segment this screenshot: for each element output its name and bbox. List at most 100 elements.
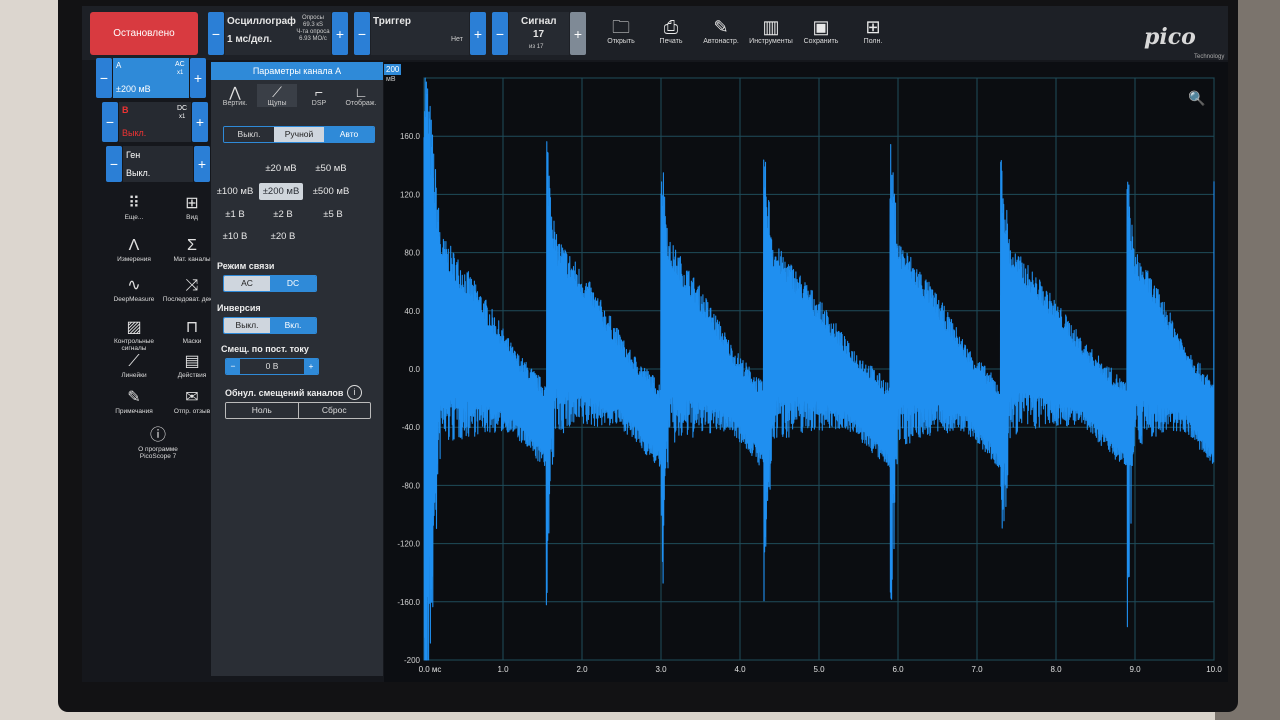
range-1v[interactable]: ±1 В — [213, 209, 257, 220]
tab-display[interactable]: ∟ Отображ. — [341, 84, 381, 107]
generator-minus-button[interactable]: − — [106, 146, 122, 182]
channel-a-minus-button[interactable]: − — [96, 58, 112, 98]
autosetup-button[interactable]: ✎ Автонастр. — [696, 16, 746, 45]
y-tick-label: 40.0 — [404, 307, 420, 316]
generator-plus-button[interactable]: + — [194, 146, 210, 182]
deepmeasure-icon: ∿ — [127, 277, 141, 294]
range-100mv[interactable]: ±100 мВ — [213, 186, 257, 197]
print-button[interactable]: ⎙ Печать — [646, 16, 696, 45]
channel-a-card[interactable]: A AC x1 ±200 мВ — [113, 58, 189, 98]
generator-card[interactable]: Ген Выкл. — [123, 146, 193, 182]
mode-auto[interactable]: Авто — [324, 127, 374, 142]
offset-minus-button[interactable]: − — [226, 359, 240, 374]
sidebar-item-label: DeepMeasure — [113, 296, 155, 303]
channel-b-probe: x1 — [179, 114, 186, 120]
invert-off[interactable]: Выкл. — [224, 318, 270, 333]
fullscreen-button[interactable]: ⊞ Полн. — [848, 16, 898, 45]
offset-stepper: − 0 В + — [225, 358, 319, 375]
range-500mv[interactable]: ±500 мВ — [309, 186, 353, 197]
sidebar-item-more[interactable]: ⠿ Еще... — [104, 194, 164, 221]
rate-label: Ч-та опроса — [296, 29, 330, 35]
open-label: Открыть — [607, 38, 635, 45]
channel-b-minus-button[interactable]: − — [102, 102, 118, 142]
channel-b-card[interactable]: B DC x1 Выкл. — [119, 102, 191, 142]
x-tick-label: 9.0 — [1129, 665, 1141, 674]
note-icon: ✎ — [127, 389, 141, 406]
info-icon[interactable]: i — [347, 385, 362, 400]
x-tick-label: 1.0 — [497, 665, 509, 674]
trigger-plus-button[interactable]: + — [470, 12, 486, 55]
range-mode-selector: Выкл. Ручной Авто — [223, 126, 375, 143]
offset-plus-button[interactable]: + — [304, 359, 318, 374]
reset-button[interactable]: Сброс — [297, 403, 370, 418]
coupling-selector: AC DC — [223, 275, 317, 292]
dsp-icon: ⌐ — [314, 84, 324, 100]
channel-b-plus-button[interactable]: + — [192, 102, 208, 142]
y-tick-label: 0.0 — [409, 365, 421, 374]
range-50mv[interactable]: ±50 мВ — [309, 163, 353, 174]
signal-value: 17 — [533, 29, 545, 40]
range-200mv[interactable]: ±200 мВ — [259, 183, 303, 200]
sidebar-item-about[interactable]: ⓘ О программе PicoScope 7 — [128, 426, 188, 460]
picoscope-window: Остановлено − Осциллограф 1 мс/дел. Опро… — [82, 6, 1228, 682]
offset-value[interactable]: 0 В — [240, 359, 304, 374]
save-label: Сохранить — [803, 38, 839, 45]
range-20mv[interactable]: ±20 мВ — [259, 163, 303, 174]
samples-label: Опросы — [302, 15, 324, 21]
signal-minus-button[interactable]: − — [492, 12, 508, 55]
tab-vertical[interactable]: ⋀ Вертик. — [215, 84, 255, 107]
mode-manual[interactable]: Ручной — [274, 127, 324, 142]
fullscreen-label: Полн. — [863, 38, 883, 45]
sidebar-item-deepmeasure[interactable]: ∿ DeepMeasure — [104, 276, 164, 303]
invert-on[interactable]: Вкл. — [270, 318, 316, 333]
y-tick-label: 120.0 — [400, 190, 421, 199]
sidebar-item-rulers[interactable]: ⟋ Линейки — [104, 352, 164, 379]
save-icon: ▣ — [812, 17, 830, 37]
trigger-value[interactable]: Нет — [451, 36, 463, 43]
fullscreen-icon: ⊞ — [865, 17, 881, 37]
y-tick-label: -120.0 — [397, 540, 420, 549]
timebase-minus-button[interactable]: − — [208, 12, 224, 55]
y-tick-label: 80.0 — [404, 249, 420, 258]
range-20v[interactable]: ±20 В — [261, 231, 305, 242]
range-2v[interactable]: ±2 В — [261, 209, 305, 220]
trigger-minus-button[interactable]: − — [354, 12, 370, 55]
trigger-title: Триггер — [373, 16, 411, 27]
signal-plus-button[interactable]: + — [570, 12, 586, 55]
coupling-ac[interactable]: AC — [224, 276, 270, 291]
coupling-dc[interactable]: DC — [270, 276, 316, 291]
zoom-icon[interactable]: 🔍 — [1188, 90, 1205, 107]
open-button[interactable]: 🗀 Открыть — [596, 16, 646, 45]
printer-icon: ⎙ — [663, 17, 679, 37]
channel-a-plus-button[interactable]: + — [190, 58, 206, 98]
zero-button[interactable]: Ноль — [226, 403, 298, 418]
tools-button[interactable]: ▥ Инструменты — [746, 16, 796, 45]
signal-title: Сигнал — [521, 16, 557, 27]
sidebar-item-label: Еще... — [124, 214, 144, 221]
offset-label: Смещ. по пост. току — [221, 344, 309, 354]
tab-dsp[interactable]: ⌐ DSP — [299, 84, 339, 107]
range-10v[interactable]: ±10 В — [213, 231, 257, 242]
signal-of: из 17 — [529, 44, 544, 50]
timebase-plus-button[interactable]: + — [332, 12, 348, 55]
channel-b-state: Выкл. — [122, 128, 147, 138]
reference-icon: ▨ — [126, 319, 142, 336]
save-button[interactable]: ▣ Сохранить — [796, 16, 846, 45]
tab-probes[interactable]: ⟋ Щупы — [257, 84, 297, 107]
timebase-value[interactable]: 1 мс/дел. — [227, 34, 272, 45]
mode-off[interactable]: Выкл. — [224, 127, 274, 142]
autosetup-label: Автонастр. — [703, 38, 739, 45]
tab-label: Вертик. — [222, 100, 248, 107]
sidebar-item-notes[interactable]: ✎ Примечания — [104, 388, 164, 415]
channel-a-name: A — [116, 61, 122, 70]
sidebar-item-measurements[interactable]: Λ Измерения — [104, 236, 164, 263]
channel-a-range: ±200 мВ — [116, 84, 151, 94]
run-stop-button[interactable]: Остановлено — [90, 12, 198, 55]
y-tick-label: 160.0 — [400, 132, 421, 141]
scope-view[interactable]: 160.0 120.0 80.0 40.0 0.0 -40.0 -80.0 -120.0 -16… — [384, 62, 1228, 682]
invert-selector: Выкл. Вкл. — [223, 317, 317, 334]
sidebar-item-reference[interactable]: ▨ Контрольные сигналы — [104, 318, 164, 352]
scope-title: Осциллограф — [227, 16, 296, 27]
range-5v[interactable]: ±5 В — [311, 209, 355, 220]
generator-state: Выкл. — [126, 168, 151, 178]
